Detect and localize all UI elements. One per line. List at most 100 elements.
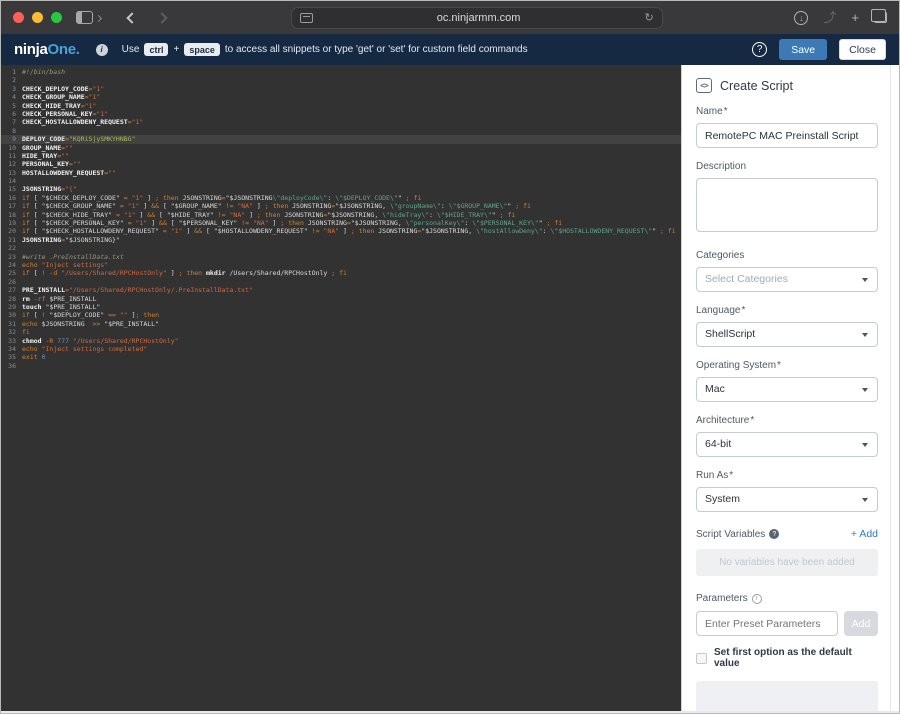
- code-line[interactable]: 25 if [ ! -d "/Users/Shared/RPCHostOnly" …: [1, 269, 681, 277]
- reload-icon[interactable]: ↻: [644, 11, 653, 24]
- help-icon[interactable]: ?: [752, 42, 768, 57]
- line-number: 18: [8, 210, 16, 219]
- address-bar[interactable]: oc.ninjarmm.com ↻: [290, 6, 663, 29]
- code-line[interactable]: 22: [1, 244, 681, 252]
- run-as-label: Run As*: [696, 470, 734, 481]
- code-line[interactable]: 15 JSONSTRING="{": [1, 185, 681, 193]
- name-input[interactable]: [696, 123, 878, 148]
- code-line[interactable]: 9 DEPLOY_CODE="KQRiSjySMKYHNBG": [1, 135, 681, 144]
- new-tab-icon[interactable]: +: [851, 11, 859, 24]
- code-line[interactable]: 34 echo "Inject settings completed": [1, 345, 681, 353]
- default-value-checkbox[interactable]: [696, 652, 707, 664]
- code-line[interactable]: 7 CHECK_HOSTALLOWDENY_REQUEST="1": [1, 118, 681, 126]
- code-line[interactable]: 16 if [ "$CHECK_DEPLOY_CODE" = "1" ] ; th…: [1, 194, 681, 202]
- os-label: Operating System*: [696, 360, 781, 371]
- code-line[interactable]: 26: [1, 278, 681, 286]
- code-line[interactable]: 29 touch "$PRE_INSTALL": [1, 303, 681, 311]
- line-number: 23: [8, 252, 16, 261]
- panel-title: Create Script: [720, 78, 793, 93]
- url-text[interactable]: oc.ninjarmm.com: [313, 12, 645, 24]
- code-line[interactable]: 19 if [ "$CHECK_PERSONAL_KEY" = "1" ] && …: [1, 219, 681, 227]
- line-number: 14: [8, 177, 16, 186]
- architecture-select[interactable]: 64-bit: [696, 432, 878, 457]
- create-script-panel: <> Create Script Name* Description Categ…: [681, 65, 899, 711]
- code-line[interactable]: 30 if [ ! "$DEPLOY_CODE" == "" ]; then: [1, 311, 681, 319]
- description-input[interactable]: [696, 178, 878, 232]
- architecture-label: Architecture*: [696, 415, 755, 426]
- line-number: 24: [8, 260, 16, 269]
- code-line[interactable]: 17 if [ "$CHECK_GROUP_NAME" = "1" ] && [ …: [1, 202, 681, 210]
- tab-overview-icon[interactable]: [870, 9, 887, 23]
- line-number: 4: [12, 93, 16, 102]
- line-number: 15: [8, 185, 16, 194]
- snippet-hint: Use ctrl + space to access all snippets …: [121, 43, 528, 56]
- code-editor[interactable]: 1 #!/bin/bash 2 3 CHECK_DEPLOY_CODE="1" 4 CHEC…: [1, 65, 681, 711]
- chevron-down-icon: [862, 278, 868, 282]
- line-number: 2: [12, 76, 16, 85]
- line-number: 33: [8, 336, 16, 345]
- line-number: 22: [8, 244, 16, 253]
- sidebar-toggle-icon[interactable]: [76, 11, 93, 24]
- os-select[interactable]: Mac: [696, 377, 878, 402]
- line-number: 7: [12, 118, 16, 127]
- script-code[interactable]: 1 #!/bin/bash 2 3 CHECK_DEPLOY_CODE="1" 4 CHEC…: [1, 68, 681, 370]
- back-button[interactable]: [126, 11, 138, 24]
- categories-label: Categories: [696, 250, 745, 261]
- add-parameter-button[interactable]: Add: [844, 611, 878, 636]
- code-line[interactable]: 33 chmod -R 777 "/Users/Shared/RPCHostOnl…: [1, 337, 681, 345]
- run-as-select[interactable]: System: [696, 487, 878, 512]
- add-variable-link[interactable]: + Add: [851, 528, 878, 540]
- code-line[interactable]: 20 if [ "$CHECK_HOSTALLOWDENY_REQUEST" = …: [1, 227, 681, 235]
- minimize-window-button[interactable]: [32, 12, 43, 23]
- code-line[interactable]: 2: [1, 76, 681, 84]
- chrome-actions: ↓ ⤴ +: [794, 9, 887, 25]
- code-line[interactable]: 23 #write .PreInstallData.txt: [1, 253, 681, 261]
- preset-parameters-input[interactable]: [696, 611, 838, 636]
- code-line[interactable]: 24 echo "Inject settings": [1, 261, 681, 269]
- line-number: 30: [8, 311, 16, 320]
- code-line[interactable]: 5 CHECK_HIDE_TRAY="1": [1, 102, 681, 110]
- info-tooltip-icon[interactable]: i: [751, 593, 762, 604]
- code-line[interactable]: 3 CHECK_DEPLOY_CODE="1": [1, 85, 681, 93]
- code-line[interactable]: 36: [1, 362, 681, 370]
- language-select[interactable]: ShellScript: [696, 322, 878, 347]
- code-line[interactable]: 21 JSONSTRING="$JSONSTRING}": [1, 236, 681, 244]
- code-line[interactable]: 13 HOSTALLOWDENY_REQUEST="": [1, 169, 681, 177]
- categories-select[interactable]: Select Categories: [696, 267, 878, 292]
- chevron-down-icon: [862, 333, 868, 337]
- close-window-button[interactable]: [13, 12, 24, 23]
- downloads-icon[interactable]: ↓: [794, 10, 809, 25]
- code-line[interactable]: 4 CHECK_GROUP_NAME="1": [1, 93, 681, 101]
- code-line[interactable]: 35 exit 0: [1, 353, 681, 361]
- code-line[interactable]: 11 HIDE_TRAY="": [1, 152, 681, 160]
- maximize-window-button[interactable]: [51, 12, 62, 23]
- line-number: 27: [8, 286, 16, 295]
- save-button[interactable]: Save: [779, 39, 828, 60]
- code-line[interactable]: 14: [1, 177, 681, 185]
- help-tooltip-icon[interactable]: ?: [769, 529, 780, 539]
- code-line[interactable]: 12 PERSONAL_KEY="": [1, 160, 681, 168]
- code-line[interactable]: 18 if [ "$CHECK_HIDE_TRAY" = "1" ] && [ "…: [1, 211, 681, 219]
- line-number: 8: [12, 126, 16, 135]
- line-number: 34: [8, 344, 16, 353]
- info-icon: i: [95, 43, 108, 56]
- code-line[interactable]: 8: [1, 127, 681, 135]
- code-line[interactable]: 28 rm -rf $PRE_INSTALL: [1, 295, 681, 303]
- space-keycap: space: [184, 43, 220, 56]
- script-icon: <>: [696, 78, 712, 93]
- close-button[interactable]: Close: [839, 39, 886, 60]
- code-line[interactable]: 6 CHECK_PERSONAL_KEY="1": [1, 110, 681, 118]
- code-line[interactable]: 10 GROUP_NAME="": [1, 144, 681, 152]
- line-number: 1: [12, 68, 16, 76]
- panel-scrollbar[interactable]: [891, 65, 899, 711]
- code-line[interactable]: 32 fi: [1, 328, 681, 336]
- code-line[interactable]: 27 PRE_INSTALL="/Users/Shared/RPCHostOnly…: [1, 286, 681, 294]
- chevron-down-icon[interactable]: [94, 14, 103, 23]
- name-label: Name*: [696, 106, 728, 117]
- language-label: Language*: [696, 305, 746, 316]
- page-settings-icon[interactable]: [299, 12, 313, 23]
- code-line[interactable]: 1 #!/bin/bash: [1, 68, 681, 76]
- code-line[interactable]: 31 echo $JSONSTRING >> "$PRE_INSTALL": [1, 320, 681, 328]
- line-number: 25: [8, 269, 16, 278]
- line-number: 26: [8, 277, 16, 286]
